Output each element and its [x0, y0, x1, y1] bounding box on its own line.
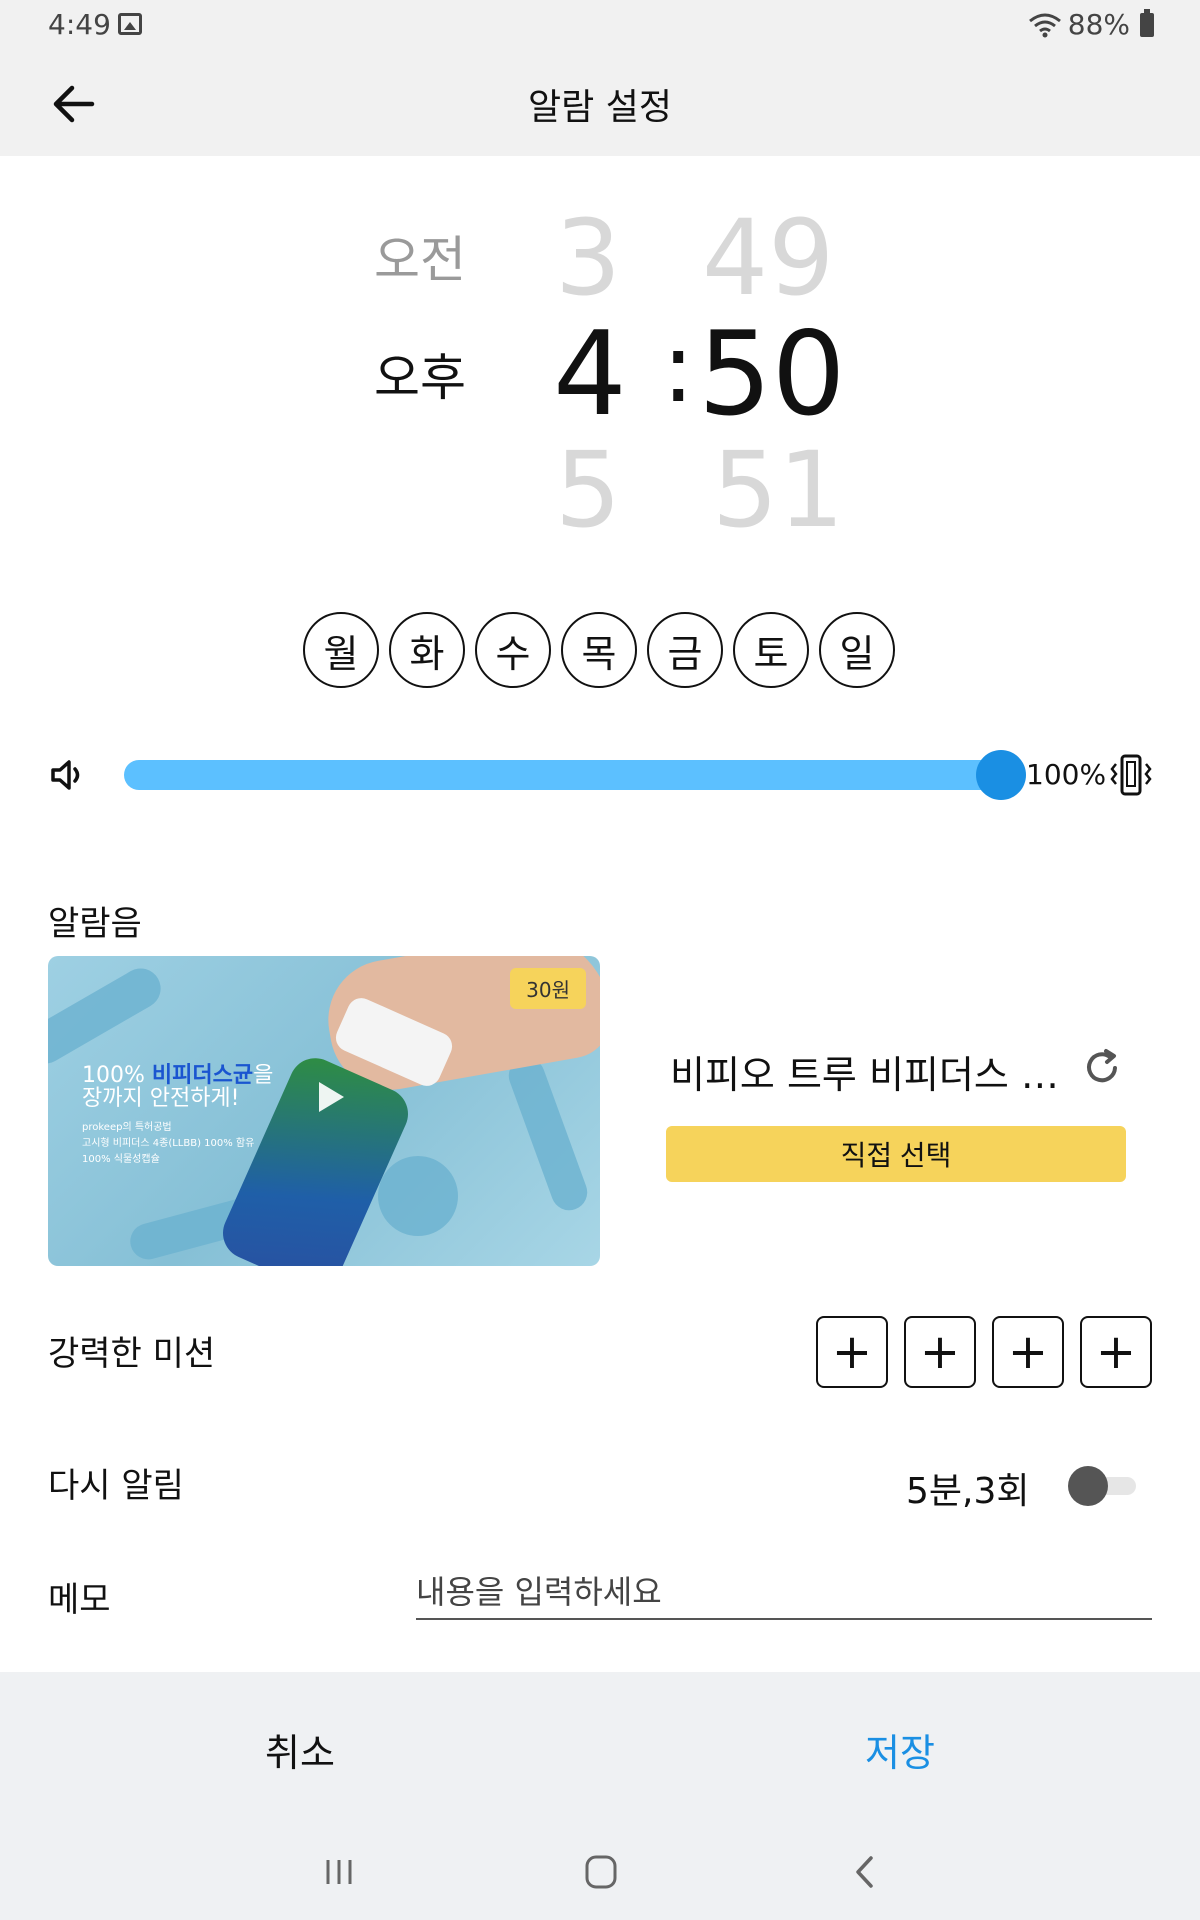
day-mon[interactable]: 월 — [303, 612, 379, 688]
add-mission-button[interactable]: + — [992, 1316, 1064, 1388]
status-bar: 4:49 88% — [0, 0, 1200, 52]
minute-next[interactable]: 51 — [712, 438, 844, 542]
day-sat[interactable]: 토 — [733, 612, 809, 688]
play-icon[interactable] — [310, 1078, 348, 1116]
status-indicators: 88% — [1028, 8, 1154, 41]
app-bar: 알람 설정 — [0, 52, 1200, 156]
minute-current[interactable]: 50 — [698, 317, 846, 433]
day-fri[interactable]: 금 — [647, 612, 723, 688]
image-notification-icon — [118, 13, 142, 35]
refresh-icon[interactable] — [1082, 1048, 1122, 1088]
thumb-headline-highlight: 비피더스균 — [151, 1063, 254, 1088]
speaker-icon — [51, 760, 80, 790]
save-button[interactable]: 저장 — [750, 1722, 1050, 1777]
thumb-headline-part: 을 — [253, 1063, 274, 1088]
alarm-sound-thumbnail[interactable]: 100% 비피더스균을 장까지 안전하게! prokeep의 특허공법 고시형 … — [48, 956, 600, 1266]
time-separator: : — [662, 312, 695, 424]
thumb-bullet: 고시형 비피더스 4종(LLBB) 100% 함유 — [82, 1138, 255, 1149]
thumb-bullet: prokeep의 특허공법 — [82, 1122, 172, 1133]
cancel-button[interactable]: 취소 — [150, 1722, 450, 1777]
bacteria-shape — [503, 1052, 593, 1216]
back-nav-icon[interactable] — [840, 1852, 890, 1892]
mission-label: 강력한 미션 — [48, 1334, 216, 1374]
hour-next[interactable]: 5 — [555, 438, 621, 542]
alarm-sound-label: 알람음 — [48, 904, 142, 944]
day-sun[interactable]: 일 — [819, 612, 895, 688]
day-wed[interactable]: 수 — [475, 612, 551, 688]
hour-prev[interactable]: 3 — [555, 206, 621, 310]
page-title: 알람 설정 — [528, 87, 672, 128]
thumb-headline: 100% 비피더스균을 장까지 안전하게! — [82, 1064, 273, 1110]
battery-percent: 88% — [1067, 8, 1130, 41]
select-sound-button[interactable]: 직접 선택 — [666, 1126, 1126, 1182]
day-tue[interactable]: 화 — [389, 612, 465, 688]
snooze-toggle-knob — [1068, 1466, 1108, 1506]
add-mission-button[interactable]: + — [1080, 1316, 1152, 1388]
system-nav-bar — [0, 1822, 1200, 1920]
bacteria-shape — [48, 961, 168, 1071]
snooze-toggle[interactable] — [1068, 1466, 1138, 1506]
thumb-headline-part: 100% — [82, 1063, 152, 1088]
memo-input[interactable] — [416, 1566, 1152, 1620]
weekday-selector: 월 화 수 목 금 토 일 — [303, 612, 895, 688]
volume-slider-track — [124, 760, 1018, 790]
thumb-bullet: 100% 식물성캡슐 — [82, 1154, 160, 1165]
volume-slider-thumb[interactable] — [976, 750, 1026, 800]
wifi-icon — [1028, 13, 1061, 37]
am-option[interactable]: 오전 — [350, 220, 490, 292]
vibrate-icon[interactable] — [1108, 752, 1154, 798]
volume-value: 100% — [1026, 758, 1107, 791]
snooze-value[interactable]: 5분,3회 — [906, 1462, 1030, 1514]
hour-current[interactable]: 4 — [553, 317, 627, 433]
snooze-label: 다시 알림 — [48, 1466, 184, 1506]
day-thu[interactable]: 목 — [561, 612, 637, 688]
thumb-bullets: prokeep의 특허공법 고시형 비피더스 4종(LLBB) 100% 함유 … — [82, 1120, 254, 1168]
minute-prev[interactable]: 49 — [702, 206, 834, 310]
alarm-sound-name: 비피오 트루 비피더스 … — [670, 1053, 1059, 1097]
time-picker[interactable]: 오전 오후 3 4 5 : 49 50 51 — [0, 180, 1200, 542]
add-mission-button[interactable]: + — [816, 1316, 888, 1388]
price-badge: 30원 — [510, 968, 586, 1009]
battery-icon — [1140, 8, 1154, 37]
thumb-headline-line2: 장까지 안전하게! — [82, 1086, 240, 1112]
home-icon[interactable] — [576, 1852, 626, 1892]
recent-apps-icon[interactable] — [314, 1852, 364, 1892]
volume-slider[interactable] — [124, 750, 1026, 800]
add-mission-button[interactable]: + — [904, 1316, 976, 1388]
pm-option[interactable]: 오후 — [350, 338, 490, 410]
bottom-action-bar: 취소 저장 — [0, 1672, 1200, 1822]
status-time: 4:49 — [48, 8, 111, 41]
memo-label: 메모 — [48, 1580, 111, 1620]
bacteria-shape — [378, 1156, 458, 1236]
